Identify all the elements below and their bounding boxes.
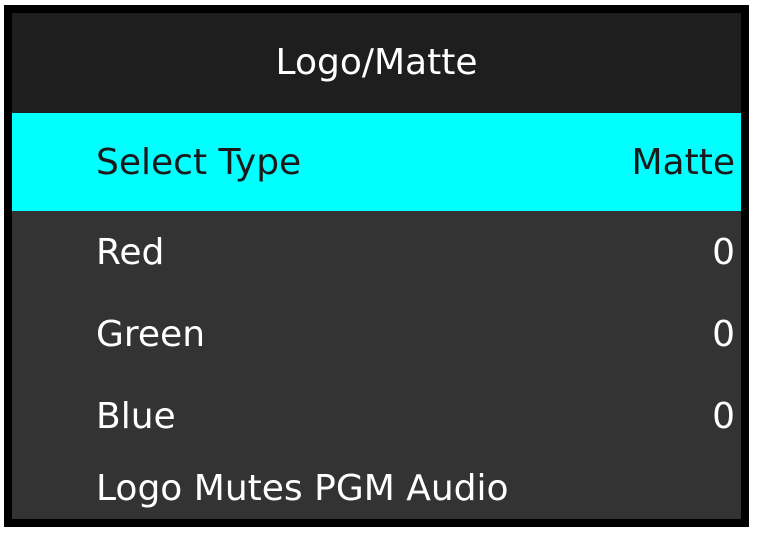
menu-item-blue[interactable]: Blue 0 xyxy=(12,375,741,457)
menu-item-label: Blue xyxy=(96,395,176,437)
menu-item-green[interactable]: Green 0 xyxy=(12,293,741,375)
menu-item-value: 0 xyxy=(712,395,735,437)
menu-item-label: Green xyxy=(96,313,206,355)
menu-item-red[interactable]: Red 0 xyxy=(12,211,741,293)
menu-item-value: 0 xyxy=(712,313,735,355)
osd-menu-screen: Logo/Matte Select Type Matte Red 0 Green… xyxy=(12,13,741,519)
menu-item-value: Matte xyxy=(631,141,736,183)
osd-frame: Logo/Matte Select Type Matte Red 0 Green… xyxy=(4,5,749,527)
menu-item-value: 0 xyxy=(712,231,735,273)
menu-item-label: Logo Mutes PGM Audio xyxy=(96,467,509,509)
menu-item-select-type[interactable]: Select Type Matte xyxy=(12,113,741,211)
menu-item-label: Red xyxy=(96,231,165,273)
menu-item-label: Select Type xyxy=(96,141,302,183)
menu-item-logo-mutes-pgm-audio[interactable]: Logo Mutes PGM Audio xyxy=(12,457,741,519)
menu-title: Logo/Matte xyxy=(12,13,741,113)
